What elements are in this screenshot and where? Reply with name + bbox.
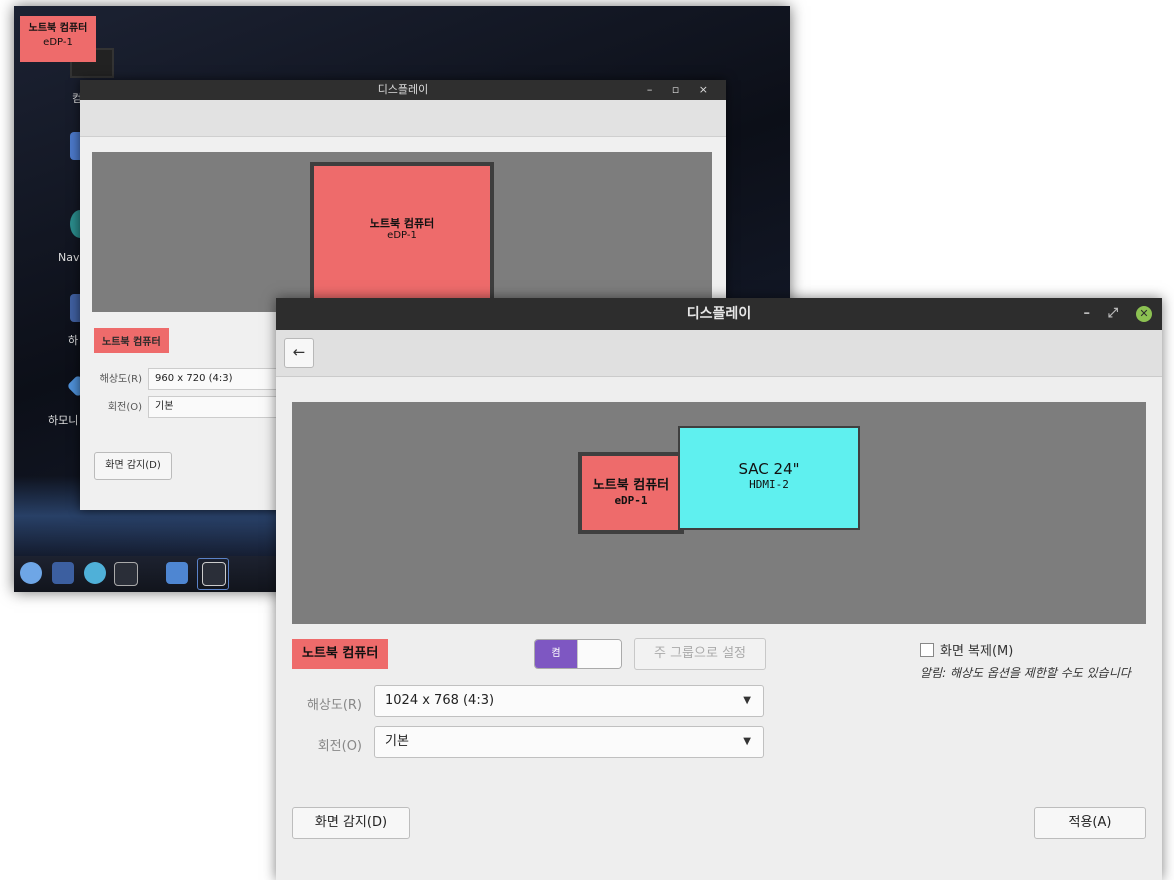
monitor-enable-toggle[interactable]: 켬 bbox=[534, 639, 622, 669]
background-window-titlebar: 디스플레이 – ▫ × bbox=[80, 80, 726, 100]
terminal-icon[interactable] bbox=[114, 562, 138, 586]
background-rotation-label: 회전(O) bbox=[107, 402, 142, 413]
window-titlebar: 디스플레이 – ⤢ ✕ bbox=[276, 298, 1162, 330]
background-window-title: 디스플레이 bbox=[377, 83, 429, 96]
resolution-label: 해상도(R) bbox=[306, 698, 362, 713]
background-resolution-label: 해상도(R) bbox=[99, 374, 142, 385]
monitor-name: 노트북 컴퓨터 bbox=[592, 478, 670, 493]
background-detect-button[interactable]: 화면 감지(D) bbox=[94, 452, 172, 480]
resolution-value: 1024 x 768 (4:3) bbox=[385, 693, 495, 708]
rotation-select[interactable]: 기본 ▼ bbox=[374, 726, 764, 758]
back-button[interactable]: ← bbox=[284, 338, 314, 368]
osd-monitor-label: 노트북 컴퓨터 eDP-1 bbox=[20, 16, 96, 62]
background-monitor-canvas[interactable]: 노트북 컴퓨터 eDP-1 bbox=[92, 152, 712, 312]
mirror-checkbox[interactable] bbox=[920, 643, 934, 657]
toggle-knob[interactable] bbox=[577, 640, 621, 668]
osd-monitor-name: 노트북 컴퓨터 bbox=[28, 23, 88, 34]
monitor-connector: HDMI-2 bbox=[749, 478, 789, 491]
close-icon[interactable]: ✕ bbox=[1136, 306, 1152, 322]
arrow-left-icon: ← bbox=[292, 343, 306, 361]
folder-icon[interactable] bbox=[166, 562, 188, 584]
background-window-controls[interactable]: – ▫ × bbox=[647, 80, 716, 100]
selected-monitor-tag: 노트북 컴퓨터 bbox=[292, 639, 389, 669]
toggle-on-label: 켬 bbox=[535, 640, 577, 668]
toolbar: ← bbox=[276, 330, 1162, 377]
rotation-label: 회전(O) bbox=[317, 739, 362, 754]
monitor-connector: eDP-1 bbox=[614, 494, 648, 507]
monitor-laptop[interactable]: 노트북 컴퓨터 eDP-1 bbox=[578, 452, 684, 534]
mirror-label: 화면 복제(M) bbox=[940, 644, 1014, 659]
show-desktop-icon[interactable] bbox=[52, 562, 74, 584]
resolution-select[interactable]: 1024 x 768 (4:3) ▼ bbox=[374, 685, 764, 717]
background-monitor-connector: eDP-1 bbox=[387, 230, 417, 241]
rotation-value: 기본 bbox=[385, 734, 409, 749]
window-title: 디스플레이 bbox=[686, 306, 752, 322]
monitor-arrangement-canvas[interactable]: 노트북 컴퓨터 eDP-1 SAC 24" HDMI-2 bbox=[292, 402, 1146, 624]
menu-icon[interactable] bbox=[20, 562, 42, 584]
monitor-name: SAC 24" bbox=[738, 460, 800, 478]
background-monitor-laptop[interactable]: 노트북 컴퓨터 eDP-1 bbox=[310, 162, 494, 312]
background-window-toolbar bbox=[80, 100, 726, 137]
apply-button[interactable]: 적용(A) bbox=[1034, 807, 1146, 839]
mirror-displays-option[interactable]: 화면 복제(M) bbox=[920, 640, 1013, 659]
monitor-external[interactable]: SAC 24" HDMI-2 bbox=[678, 426, 860, 530]
minimize-icon[interactable]: – bbox=[1084, 298, 1091, 330]
chevron-down-icon: ▼ bbox=[743, 736, 751, 747]
background-monitor-tag: 노트북 컴퓨터 bbox=[94, 328, 169, 353]
background-rotation-row: 회전(O) 기본 bbox=[94, 396, 306, 418]
maximize-icon[interactable]: ⤢ bbox=[1108, 298, 1118, 330]
background-monitor-name: 노트북 컴퓨터 bbox=[369, 217, 435, 230]
desktop-icon-harmony-label: 하모니 bbox=[48, 414, 79, 427]
terminal-window-icon[interactable] bbox=[202, 562, 226, 586]
desktop-icon-harmonica-label: 하 bbox=[68, 334, 79, 347]
detect-displays-button[interactable]: 화면 감지(D) bbox=[292, 807, 410, 839]
background-resolution-row: 해상도(R) 960 x 720 (4:3) bbox=[94, 368, 306, 390]
mirror-note: 알림: 해상도 옵션을 제한할 수도 있습니다 bbox=[920, 666, 1131, 680]
set-primary-button[interactable]: 주 그룹으로 설정 bbox=[634, 638, 766, 670]
display-settings-window: 디스플레이 – ⤢ ✕ ← 노트북 컴퓨터 eDP-1 SAC 24" HDMI… bbox=[276, 298, 1162, 880]
osd-monitor-connector: eDP-1 bbox=[43, 37, 73, 48]
browser-icon[interactable] bbox=[84, 562, 106, 584]
chevron-down-icon: ▼ bbox=[743, 695, 751, 706]
